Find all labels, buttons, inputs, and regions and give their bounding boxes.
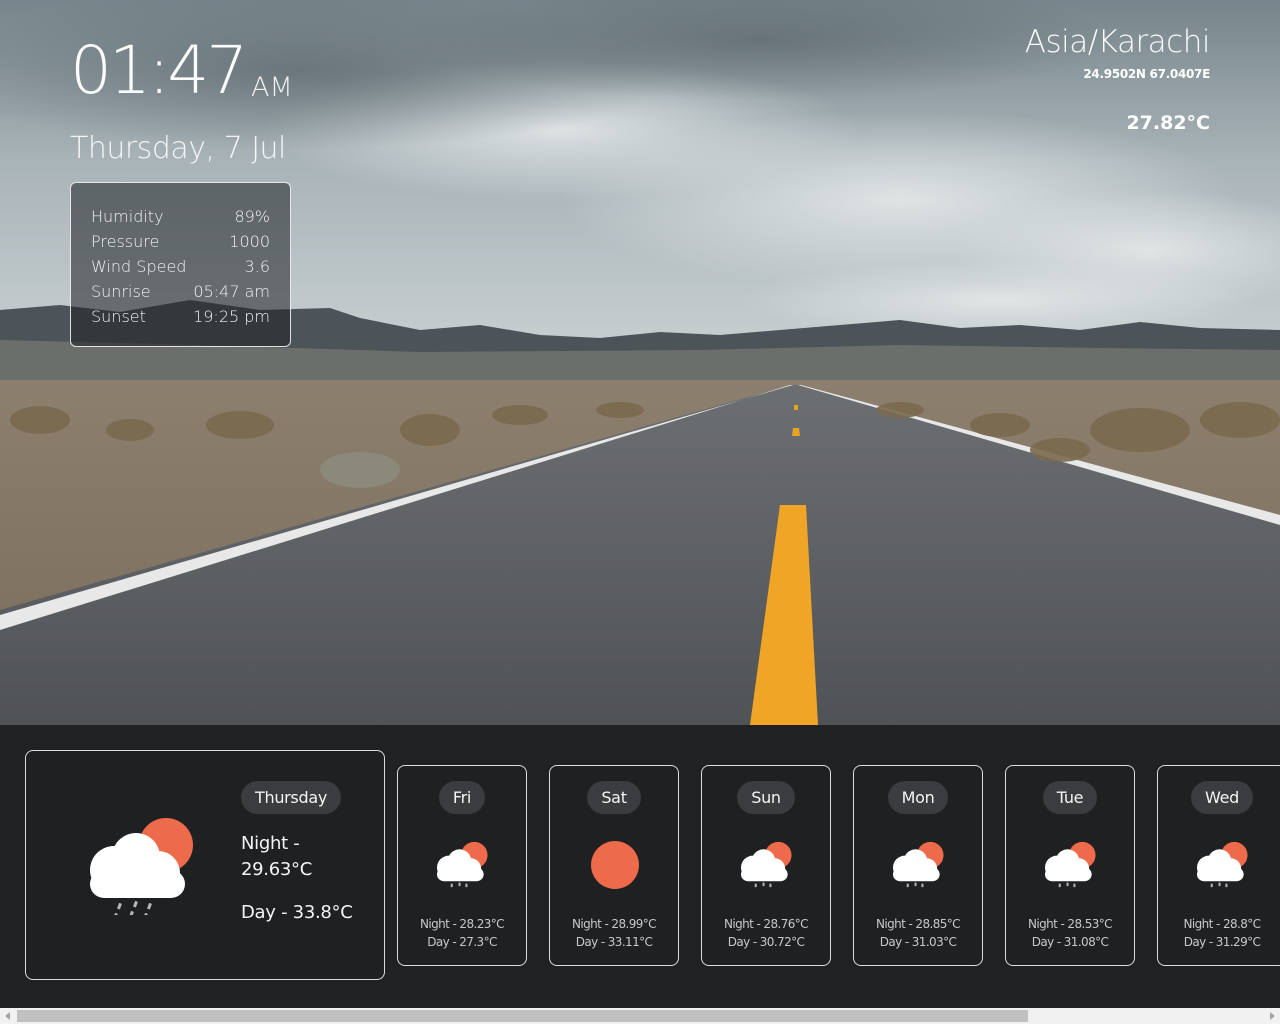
forecast-card-wed: Wed Night - 28.8°C Day - 31.29°C [1157, 765, 1280, 966]
today-day-label: Thursday [241, 781, 341, 814]
forecast-day-label: Sat [587, 781, 641, 814]
cloud-rain-sun-icon [1196, 841, 1248, 888]
horizontal-scrollbar[interactable] [0, 1008, 1280, 1024]
forecast-day-label: Fri [438, 781, 486, 814]
clock-ampm: AM [251, 72, 293, 103]
stat-value: 05:47 am [193, 282, 270, 301]
cloud-rain-sun-icon [892, 841, 944, 888]
forecast-night-temp: Night - 28.53°C [1028, 917, 1113, 931]
forecast-night-temp: Night - 28.76°C [724, 917, 809, 931]
today-night-temp: Night - 29.63°C [241, 833, 312, 880]
clock-time: 01:47 [70, 32, 248, 109]
weather-stats-panel: Humidity 89% Pressure 1000 Wind Speed 3.… [70, 182, 291, 347]
forecast-night-temp: Night - 28.85°C [876, 917, 961, 931]
scroll-left-arrow-icon[interactable] [5, 1012, 10, 1020]
forecast-day-temp: Day - 31.03°C [879, 935, 957, 949]
today-day-temp: Day - 33.8°C [241, 902, 353, 923]
stat-sunrise: Sunrise 05:47 am [91, 279, 270, 304]
forecast-night-temp: Night - 28.8°C [1183, 917, 1262, 931]
cloud-rain-sun-icon [1044, 841, 1096, 888]
cloud-rain-sun-icon [90, 818, 193, 915]
stat-label: Sunrise [91, 282, 151, 301]
clock-date: Thursday, 7 Jul [70, 131, 286, 166]
stat-value: 89% [234, 207, 270, 226]
stat-value: 19:25 pm [193, 307, 270, 326]
forecast-day-temp: Day - 31.29°C [1183, 935, 1261, 949]
forecast-card-fri: Fri Night - 28.23°C Day - 27.3°C [397, 765, 527, 966]
forecast-day-label: Mon [887, 781, 949, 814]
forecast-day-temp: Day - 27.3°C [427, 935, 497, 949]
forecast-card-tue: Tue Night - 28.53°C Day - 31.08°C [1005, 765, 1135, 966]
forecast-day-label: Sun [737, 781, 795, 814]
forecast-day-label: Tue [1042, 781, 1098, 814]
cloud-rain-sun-icon [740, 841, 792, 888]
forecast-panel: Thursday Night - 29.63°C Day - 33.8°C Fr… [0, 725, 1280, 1008]
stat-label: Humidity [91, 207, 164, 226]
stat-label: Sunset [91, 307, 146, 326]
forecast-night-temp: Night - 28.23°C [420, 917, 505, 931]
sun-icon [591, 841, 639, 889]
stat-label: Wind Speed [91, 257, 187, 276]
scrollbar-thumb[interactable] [17, 1010, 1028, 1022]
stat-wind-speed: Wind Speed 3.6 [91, 254, 270, 279]
timezone-label: Asia/Karachi [1024, 24, 1211, 60]
cloud-rain-sun-icon [436, 841, 488, 888]
forecast-card-sun: Sun Night - 28.76°C Day - 30.72°C [701, 765, 831, 966]
forecast-night-temp: Night - 28.99°C [572, 917, 657, 931]
today-forecast-card: Thursday Night - 29.63°C Day - 33.8°C [25, 750, 385, 980]
stat-humidity: Humidity 89% [91, 204, 270, 229]
stat-pressure: Pressure 1000 [91, 229, 270, 254]
forecast-day-temp: Day - 31.08°C [1031, 935, 1109, 949]
forecast-card-sat: Sat Night - 28.99°C Day - 33.11°C [549, 765, 679, 966]
stat-label: Pressure [91, 232, 160, 251]
stat-value: 3.6 [244, 257, 270, 276]
current-temperature: 27.82°C [1126, 112, 1210, 134]
stat-sunset: Sunset 19:25 pm [91, 304, 270, 329]
stat-value: 1000 [229, 232, 270, 251]
forecast-day-temp: Day - 33.11°C [575, 935, 653, 949]
forecast-day-temp: Day - 30.72°C [727, 935, 805, 949]
forecast-card-mon: Mon Night - 28.85°C Day - 31.03°C [853, 765, 983, 966]
coordinates-label: 24.9502N 67.0407E [1083, 67, 1210, 81]
forecast-day-label: Wed [1191, 781, 1253, 814]
scroll-right-arrow-icon[interactable] [1270, 1012, 1275, 1020]
